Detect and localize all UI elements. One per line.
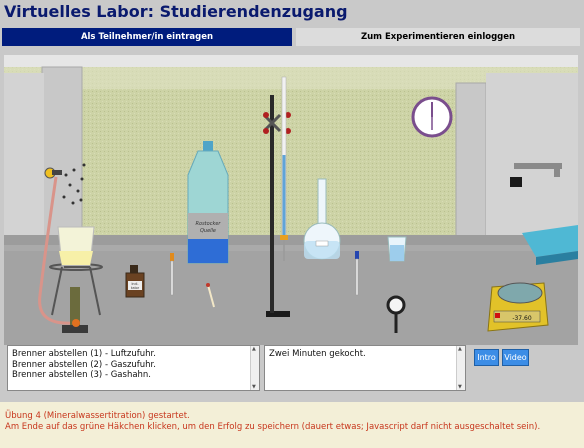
beaker[interactable] (57, 226, 95, 266)
pillar-left (41, 66, 83, 250)
bottle-label-2: Quelle (200, 228, 216, 234)
protocol-log: Brenner abstellen (1) - Luftzufuhr. Bren… (7, 345, 260, 391)
clock-icon (411, 96, 453, 138)
ceiling (4, 55, 578, 67)
message-scrollbar[interactable] (456, 346, 465, 390)
scale-display: -37.60 (512, 315, 532, 322)
status-panel: Übung 4 (Mineralwassertitration) gestart… (0, 402, 584, 448)
status-line-2: Am Ende auf das grüne Häkchen klicken, u… (5, 422, 541, 432)
intro-button[interactable]: Intro (474, 349, 499, 366)
scale[interactable] (487, 282, 549, 332)
status-line-1: Übung 4 (Mineralwassertitration) gestart… (5, 411, 190, 421)
tab-login[interactable]: Zum Experimentieren einloggen (296, 28, 580, 46)
wall-left (4, 73, 44, 255)
lab-scene: Rostocker Quelle Indi- kator -37.60 (4, 55, 578, 345)
log-line: Brenner abstellen (3) - Gashahn. (12, 370, 152, 380)
log-scrollbar[interactable] (250, 346, 259, 390)
video-button[interactable]: Video (502, 349, 529, 366)
pillar-right (455, 82, 487, 250)
page-title: Virtuelles Labor: Studierendenzugang (4, 2, 348, 21)
tab-register[interactable]: Als Teilnehmer/in eintragen (2, 28, 292, 46)
message-text: Zwei Minuten gekocht. (269, 349, 366, 359)
indicator-label-2: kator (131, 286, 140, 290)
log-line: Brenner abstellen (2) - Gaszufuhr. (12, 359, 156, 370)
log-line: Brenner abstellen (1) - Luftzufuhr. (12, 349, 156, 359)
message-box: Zwei Minuten gekocht. (264, 345, 466, 391)
small-beaker[interactable] (387, 236, 407, 262)
tab-bar: Als Teilnehmer/in eintragen Zum Experime… (0, 28, 584, 48)
bottle-label-1: Rostocker (196, 221, 222, 227)
